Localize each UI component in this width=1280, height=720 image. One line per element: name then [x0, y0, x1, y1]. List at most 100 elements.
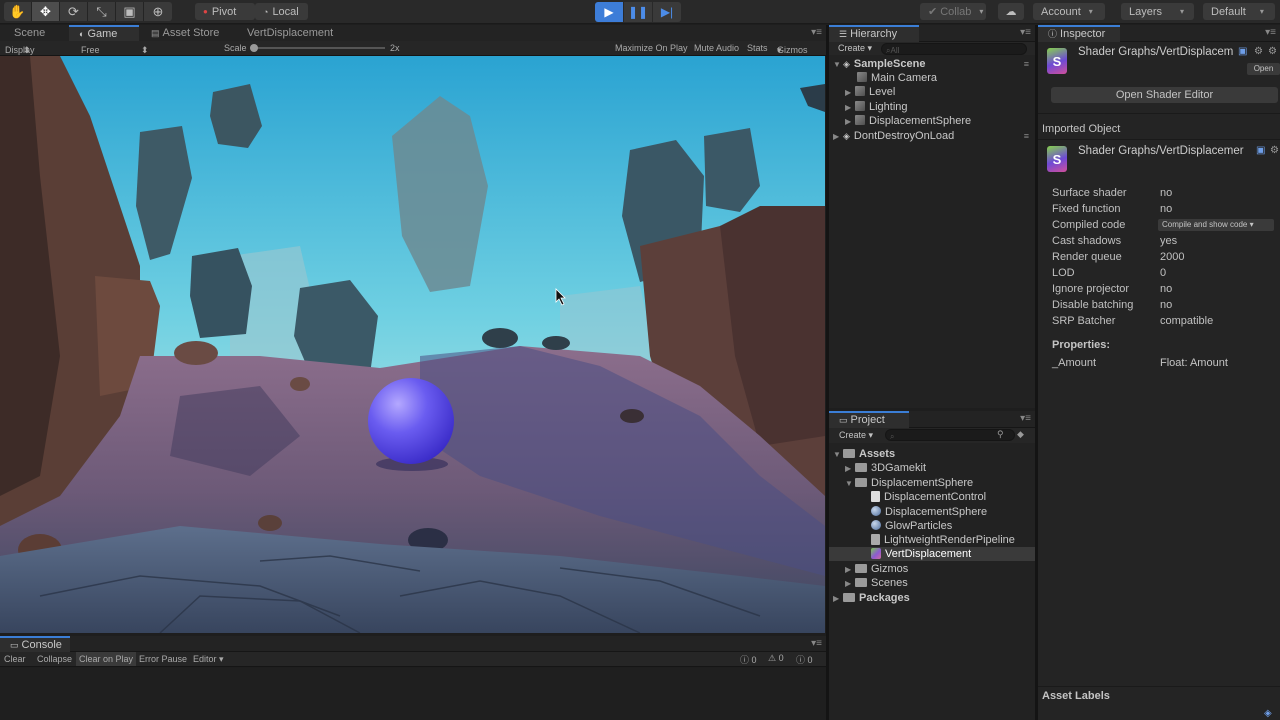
- open-shader-editor-button[interactable]: Open Shader Editor: [1051, 87, 1278, 103]
- account-dropdown[interactable]: Account ▾: [1033, 3, 1105, 20]
- console-clear-button[interactable]: Clear: [4, 654, 26, 664]
- scale-slider-track[interactable]: [250, 47, 385, 49]
- expand-arrow-icon: ▼: [845, 479, 853, 488]
- script-icon: [871, 491, 880, 502]
- tree-item-label: DontDestroyOnLoad: [853, 130, 955, 142]
- warning-count-toggle[interactable]: ⚠ 0: [768, 653, 784, 664]
- panel-menu-icon[interactable]: ▾≡: [1020, 413, 1031, 424]
- filter-by-type-icon[interactable]: ⚲: [997, 429, 1004, 440]
- tab-hierarchy[interactable]: ☰ Hierarchy: [829, 25, 919, 42]
- tree-item-gizmos[interactable]: ▶ Gizmos: [845, 562, 908, 576]
- tab-inspector[interactable]: ⓘ Inspector: [1038, 25, 1120, 42]
- transform-tool-icon[interactable]: ⊕: [144, 2, 172, 21]
- tree-item-displacementcontrol[interactable]: DisplacementControl: [871, 490, 986, 504]
- tree-item-label: Level: [869, 86, 896, 98]
- tree-item-lighting[interactable]: ▶ Lighting: [845, 100, 908, 114]
- gear-icon[interactable]: ⚙: [1270, 145, 1279, 156]
- scale-slider-thumb[interactable]: [250, 44, 258, 52]
- rotate-tool-icon[interactable]: ⟳: [60, 2, 88, 21]
- collapse-arrow-icon: ▶: [833, 594, 840, 603]
- tree-item-vertdisplacement[interactable]: VertDisplacement: [829, 547, 1035, 561]
- folder-icon: [855, 564, 867, 573]
- stats-toggle[interactable]: Stats: [747, 43, 768, 53]
- preset-icon[interactable]: ⚙: [1254, 46, 1263, 57]
- tree-item-assets[interactable]: ▼ Assets: [833, 447, 895, 461]
- panel-menu-icon[interactable]: ▾≡: [1265, 27, 1276, 38]
- tree-item-glowparticles[interactable]: GlowParticles: [871, 519, 952, 533]
- row-value: yes: [1160, 235, 1178, 247]
- scale-label: Scale: [224, 43, 247, 53]
- imported-object-heading: Imported Object: [1042, 123, 1121, 135]
- project-create-dropdown[interactable]: Create ▾: [839, 430, 873, 441]
- console-clear-on-play-toggle[interactable]: Clear on Play: [76, 652, 137, 666]
- filter-by-label-icon[interactable]: ◆: [1017, 429, 1024, 440]
- info-count-toggle[interactable]: ⓘ 0: [740, 653, 757, 666]
- pause-button[interactable]: ❚❚: [624, 2, 652, 22]
- console-editor-dropdown[interactable]: Editor ▾: [193, 654, 224, 665]
- local-toggle[interactable]: ◔ Local: [255, 3, 308, 20]
- mute-audio-toggle[interactable]: Mute Audio: [694, 43, 739, 53]
- tab-vertdisplacement[interactable]: VertDisplacement: [237, 25, 343, 42]
- open-button[interactable]: Open: [1247, 63, 1280, 75]
- tree-item-samplescene[interactable]: ▼ ◈ SampleScene ≡: [833, 57, 1033, 71]
- tab-project[interactable]: ▭ Project: [829, 411, 909, 428]
- tree-item-level[interactable]: ▶ Level: [845, 85, 895, 99]
- row-menu-icon[interactable]: ≡: [1024, 57, 1029, 71]
- console-collapse-toggle[interactable]: Collapse: [37, 654, 72, 664]
- help-icon[interactable]: ▣: [1238, 46, 1247, 57]
- tab-game-label: Game: [87, 28, 118, 40]
- move-tool-icon[interactable]: ✥: [32, 2, 60, 21]
- tree-item-main-camera[interactable]: Main Camera: [857, 71, 937, 85]
- step-icon: ▶|: [660, 5, 674, 19]
- scale-tool-icon[interactable]: ⤡: [88, 2, 116, 21]
- layout-dropdown[interactable]: Default ▾: [1203, 3, 1275, 20]
- collapse-arrow-icon: ▶: [845, 565, 852, 574]
- rect-tool-icon[interactable]: ▣: [116, 2, 144, 21]
- tag-icon[interactable]: ◈: [1264, 708, 1272, 719]
- panel-menu-icon[interactable]: ▾≡: [811, 27, 822, 38]
- play-button[interactable]: ▶: [595, 2, 623, 22]
- tree-item-label: Gizmos: [871, 563, 909, 575]
- maximize-on-play-toggle[interactable]: Maximize On Play: [615, 43, 688, 53]
- account-label: Account: [1041, 5, 1081, 18]
- game-viewport[interactable]: [0, 56, 825, 633]
- hierarchy-search-input[interactable]: ⌕All: [881, 43, 1027, 55]
- tab-scene[interactable]: Scene: [4, 25, 55, 42]
- shader-info-row: Surface shader no: [1042, 185, 1280, 201]
- gear-icon[interactable]: ⚙: [1268, 46, 1277, 57]
- step-button[interactable]: ▶|: [653, 2, 681, 22]
- row-key: Disable batching: [1052, 299, 1134, 311]
- row-menu-icon[interactable]: ≡: [1024, 129, 1029, 143]
- tab-console[interactable]: ▭ Console: [0, 636, 70, 652]
- tree-item-lightweightrenderpipeline[interactable]: LightweightRenderPipeline: [871, 533, 1015, 547]
- help-icon[interactable]: ▣: [1256, 145, 1265, 156]
- panel-menu-icon[interactable]: ▾≡: [1020, 27, 1031, 38]
- tab-asset-store[interactable]: ▤ Asset Store: [141, 25, 229, 42]
- panel-menu-icon[interactable]: ▾≡: [811, 638, 822, 649]
- project-search-input[interactable]: ⌕: [885, 429, 1015, 441]
- tree-item-3dgamekit[interactable]: ▶ 3DGamekit: [845, 461, 926, 475]
- console-error-pause-toggle[interactable]: Error Pause: [139, 654, 187, 664]
- tree-item-displacementsphere[interactable]: ▶ DisplacementSphere: [845, 114, 971, 128]
- chevron-down-icon: ▾: [777, 45, 782, 55]
- console-log-area[interactable]: [0, 668, 826, 720]
- tree-item-displacementsphere-material[interactable]: DisplacementSphere: [871, 505, 987, 519]
- layers-dropdown[interactable]: Layers ▾: [1121, 3, 1194, 20]
- tree-item-packages[interactable]: ▶ Packages: [833, 591, 910, 605]
- compiled-code-dropdown[interactable]: Compile and show code ▾: [1158, 219, 1274, 231]
- cloud-button[interactable]: ☁: [998, 3, 1024, 20]
- project-tab-bar: ▭ Project ▾≡: [829, 411, 1035, 428]
- error-count-toggle[interactable]: ⓘ 0: [796, 653, 813, 666]
- tree-item-dontdestroyonload[interactable]: ▶ ◈ DontDestroyOnLoad ≡: [833, 129, 1033, 143]
- console-tab-bar: ▭ Console ▾≡: [0, 636, 826, 652]
- tab-game[interactable]: ◐ Game: [69, 25, 139, 42]
- hand-tool-icon[interactable]: ✋: [4, 2, 32, 21]
- pivot-toggle[interactable]: ● Pivot: [195, 3, 255, 20]
- collapse-arrow-icon: ▶: [845, 103, 852, 112]
- tree-item-scenes[interactable]: ▶ Scenes: [845, 576, 908, 590]
- hierarchy-create-dropdown[interactable]: Create ▾: [838, 43, 872, 54]
- collab-dropdown[interactable]: ✔ Collab ▾: [920, 3, 986, 20]
- row-key: Render queue: [1052, 251, 1122, 263]
- main-tab-bar: Scene ◐ Game ▤ Asset Store VertDisplacemen…: [0, 25, 826, 42]
- tree-item-displacementsphere-folder[interactable]: ▼ DisplacementSphere: [845, 476, 973, 490]
